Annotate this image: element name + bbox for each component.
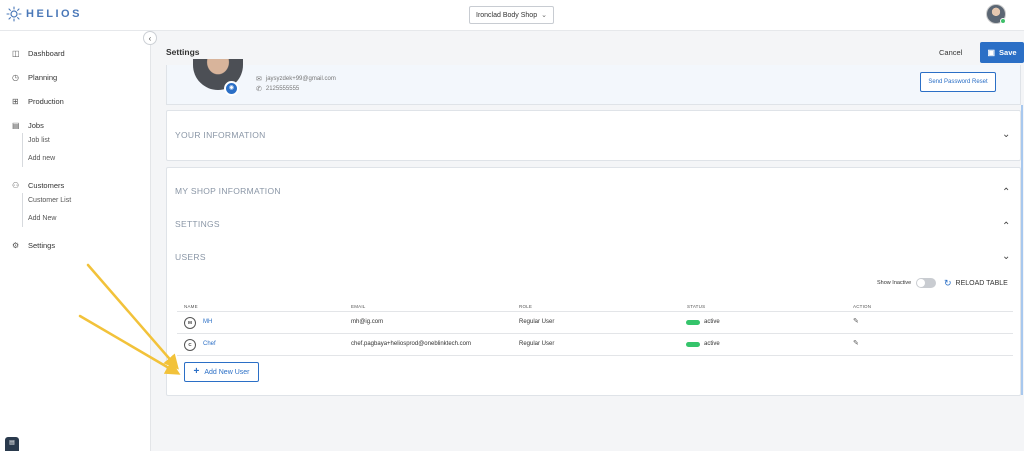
user-name-link[interactable]: Chef [203,341,216,347]
chevron-up-icon[interactable]: ⌃ [1002,222,1010,232]
profile-card: ◉ ✉ jaysyzdek+99@gmail.com ✆ 2125555555 … [166,59,1021,105]
chevron-down-icon[interactable]: ⌄ [1002,130,1010,140]
my-shop-information-header[interactable]: MY SHOP INFORMATION [175,186,281,196]
sidebar-item-label: Settings [28,241,56,250]
submenu-line [22,193,23,227]
sidebar-item-label: Jobs [28,121,44,130]
profile-email: ✉ jaysyzdek+99@gmail.com [256,75,336,83]
submenu-line [22,133,23,167]
status-indicator [686,342,700,347]
scrollbar[interactable] [1021,105,1023,395]
sidebar-item-label: Customers [28,181,65,190]
shop-select-value: Ironclad Body Shop [476,11,538,19]
chevron-down-icon: ⌄ [541,12,547,19]
sidebar-item-settings[interactable]: ⚙ Settings [12,241,55,250]
reload-table-label: RELOAD TABLE [955,280,1008,287]
user-name-link[interactable]: MH [203,319,212,325]
chevron-left-icon: ‹ [148,33,152,43]
save-button[interactable]: ▣ Save [980,42,1024,63]
refresh-icon: ↻ [944,278,952,288]
show-inactive-toggle[interactable] [916,278,936,288]
column-header-email[interactable]: EMAIL [351,304,366,309]
helios-logo[interactable]: HELIOS [6,6,82,22]
show-inactive-label: Show Inactive [877,280,912,286]
profile-phone: ✆ 2125555555 [256,85,299,93]
pencil-icon[interactable]: ✎ [853,339,859,347]
jobs-icon: ▤ [12,120,20,130]
add-new-user-button[interactable]: + Add New User [184,362,259,382]
chevron-up-icon[interactable]: ⌃ [1002,188,1010,198]
column-header-role[interactable]: ROLE [519,304,532,309]
table-row: C Chef chef.pagbaya+heliosprod@oneblinkt… [177,334,1013,356]
top-bar: HELIOS Ironclad Body Shop ⌄ [0,0,1024,31]
clock-icon: ◷ [12,72,19,82]
sidebar-item-planning[interactable]: ◷ Planning [12,73,57,82]
sidebar-item-jobs[interactable]: ▤ Jobs [12,121,44,130]
user-email: chef.pagbaya+heliosprod@oneblinktech.com [351,341,472,347]
chevron-down-icon[interactable]: ⌄ [1002,252,1010,262]
envelope-icon: ✉ [256,76,262,83]
sidebar-item-label: Dashboard [28,49,65,58]
column-header-action[interactable]: ACTION [853,304,871,309]
camera-icon: ◉ [228,85,235,91]
user-status: active [704,319,720,325]
online-status-dot [1000,18,1006,24]
table-row: M MH mh@ig.com Regular User active ✎ [177,312,1013,334]
chat-widget-button[interactable]: ▤ [5,437,19,451]
settings-section-header[interactable]: SETTINGS [175,219,220,229]
profile-email-text: jaysyzdek+99@gmail.com [265,76,336,82]
sidebar-subitem-job-list[interactable]: Job list [28,137,50,144]
sidebar-subitem-customer-list[interactable]: Customer List [28,197,71,204]
floppy-disk-icon: ▣ [987,48,996,57]
chat-icon: ▤ [9,440,15,446]
sidebar-item-label: Planning [28,73,58,82]
add-new-user-label: Add New User [204,368,250,376]
your-information-card: YOUR INFORMATION ⌄ [166,110,1021,161]
send-password-reset-button[interactable]: Send Password Reset [920,72,996,92]
sidebar-item-dashboard[interactable]: ◫ Dashboard [12,49,65,58]
users-section-header[interactable]: USERS [175,252,206,262]
plus-icon: + [193,366,200,377]
cancel-button[interactable]: Cancel [939,48,962,57]
sidebar-item-customers[interactable]: ⚇ Customers [12,181,64,190]
sidebar-item-production[interactable]: ⊞ Production [12,97,64,106]
pencil-icon[interactable]: ✎ [853,317,859,325]
shop-settings-users-card: MY SHOP INFORMATION ⌃ SETTINGS ⌃ USERS ⌄… [166,167,1021,396]
user-initial-avatar: M [184,317,196,329]
logo-text: HELIOS [26,8,82,20]
user-role: Regular User [519,341,555,347]
shop-select[interactable]: Ironclad Body Shop ⌄ [469,6,554,24]
sun-icon [6,6,22,22]
user-role: Regular User [519,319,555,325]
user-status: active [704,341,720,347]
status-indicator [686,320,700,325]
column-header-status[interactable]: STATUS [687,304,705,309]
sidebar-item-label: Production [28,97,64,106]
phone-icon: ✆ [256,86,262,93]
profile-phone-text: 2125555555 [265,86,300,92]
save-button-label: Save [999,48,1017,57]
user-initial-avatar: C [184,339,196,351]
users-icon: ⚇ [12,180,20,190]
grid-icon: ⊞ [12,96,19,106]
reload-table-button[interactable]: ↻ RELOAD TABLE [944,278,1008,289]
camera-upload-button[interactable]: ◉ [224,81,239,96]
user-avatar[interactable] [986,4,1006,24]
column-header-name[interactable]: NAME [184,304,198,309]
your-information-header[interactable]: YOUR INFORMATION [175,130,266,140]
sidebar-subitem-add-new-customer[interactable]: Add New [28,215,56,222]
collapse-sidebar-button[interactable]: ‹ [143,31,157,45]
sidebar-subitem-add-new-job[interactable]: Add new [28,155,55,162]
page-title: Settings [166,47,200,57]
user-email: mh@ig.com [351,319,384,325]
dashboard-icon: ◫ [12,48,20,58]
gear-icon: ⚙ [12,240,20,250]
